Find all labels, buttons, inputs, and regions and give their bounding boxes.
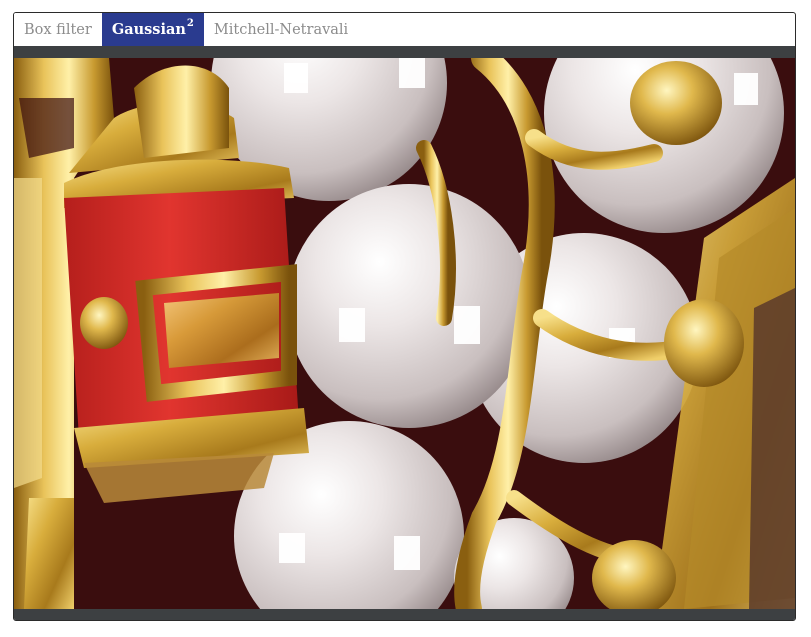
viewer-bottom-bar — [14, 609, 795, 620]
pearl-center — [287, 184, 531, 428]
image-comparison-widget: Box filter Gaussian 2 Mitchell-Netravali — [13, 12, 796, 621]
tab-gaussian-label: Gaussian — [111, 21, 186, 38]
tab-gaussian-superscript: 2 — [186, 18, 194, 29]
filter-tab-bar: Box filter Gaussian 2 Mitchell-Netravali — [14, 13, 348, 46]
gold-knob-middle — [664, 299, 744, 387]
gold-knob-top — [630, 61, 722, 145]
tab-mitchell-netravali[interactable]: Mitchell-Netravali — [204, 13, 358, 46]
viewer-top-bar — [14, 46, 795, 58]
tab-gaussian[interactable]: Gaussian 2 — [101, 13, 204, 46]
tab-box-filter[interactable]: Box filter — [14, 13, 102, 46]
tab-box-filter-label: Box filter — [24, 21, 92, 38]
gold-rivet — [80, 297, 128, 349]
rendered-image — [14, 58, 795, 609]
rendered-image-viewport — [14, 58, 795, 609]
tab-mitchell-netravali-label: Mitchell-Netravali — [213, 21, 349, 38]
